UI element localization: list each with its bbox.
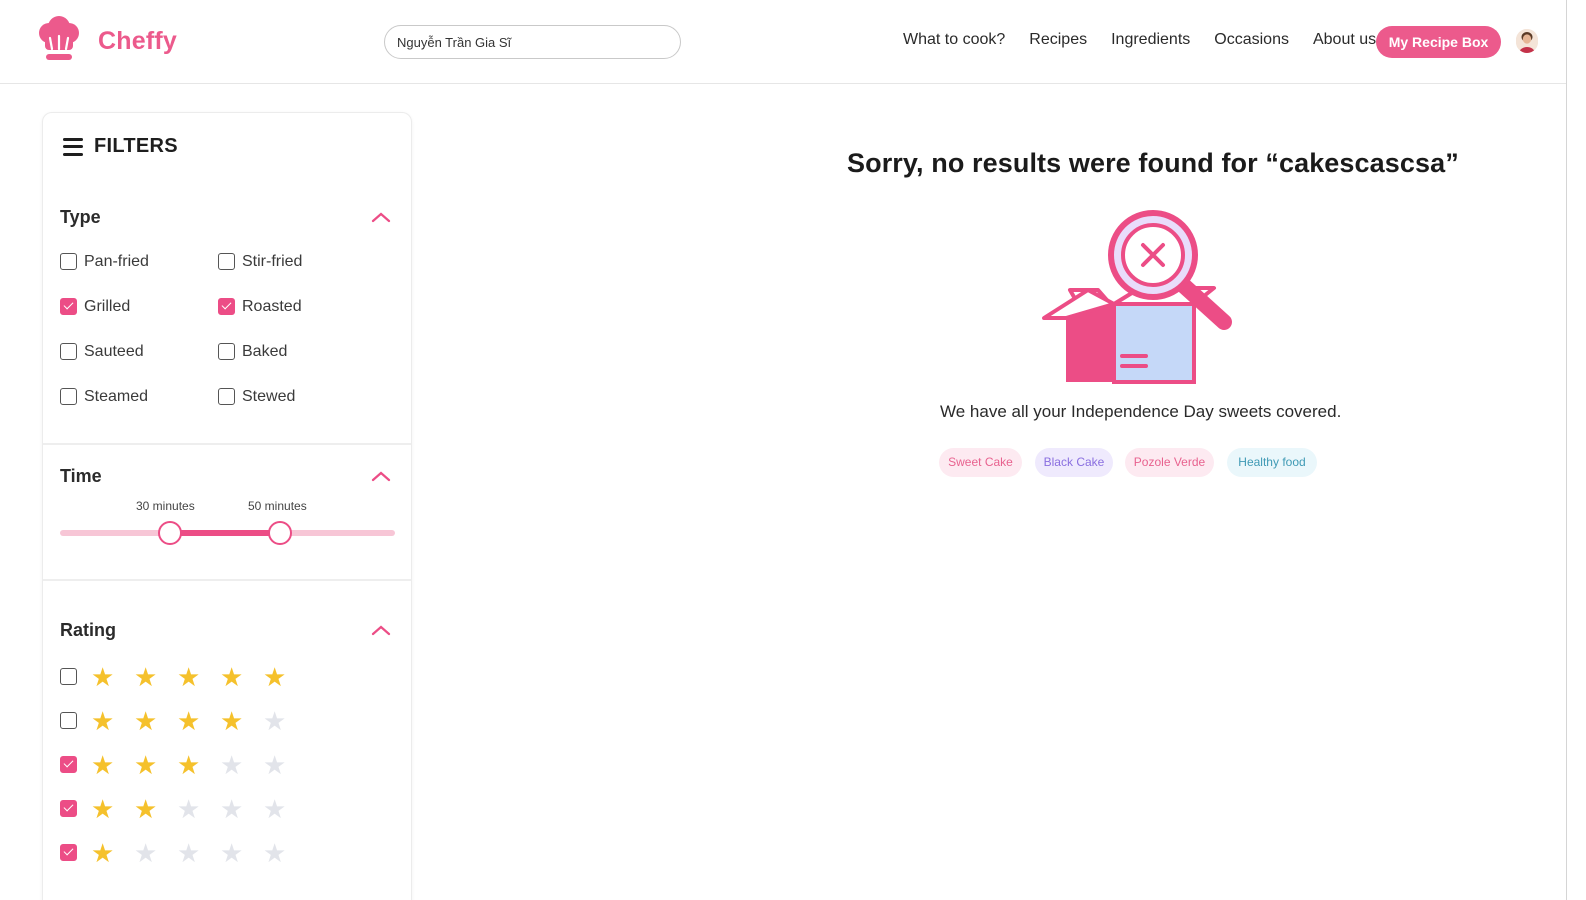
star-filled-icon: ★ xyxy=(220,706,244,736)
star-filled-icon: ★ xyxy=(134,706,158,736)
rating-checkbox-5-stars[interactable] xyxy=(60,668,77,685)
chevron-up-icon[interactable] xyxy=(371,624,391,636)
checkbox-pan-fried[interactable] xyxy=(60,253,77,270)
star-filled-icon: ★ xyxy=(134,750,158,780)
suggestion-tag-pozole-verde[interactable]: Pozole Verde xyxy=(1125,448,1214,477)
star-filled-icon: ★ xyxy=(177,706,201,736)
nav-link-about-us[interactable]: About us xyxy=(1313,31,1376,49)
section-divider xyxy=(43,579,411,581)
star-filled-icon: ★ xyxy=(91,706,115,736)
star-empty-icon: ★ xyxy=(134,838,158,868)
type-section-title: Type xyxy=(60,207,101,227)
suggestion-tag-sweet-cake[interactable]: Sweet Cake xyxy=(939,448,1022,477)
checkbox-roasted[interactable] xyxy=(218,298,235,315)
checkbox-label: Pan-fried xyxy=(84,253,149,270)
star-empty-icon: ★ xyxy=(177,838,201,868)
chevron-up-icon[interactable] xyxy=(371,211,391,223)
checkbox-sauteed[interactable] xyxy=(60,343,77,360)
nav-link-what-to-cook[interactable]: What to cook? xyxy=(903,31,1005,49)
star-filled-icon: ★ xyxy=(91,838,115,868)
star-filled-icon: ★ xyxy=(91,750,115,780)
star-filled-icon: ★ xyxy=(263,662,287,692)
rating-checkbox-3-stars[interactable] xyxy=(60,756,77,773)
nav-link-occasions[interactable]: Occasions xyxy=(1214,31,1289,49)
star-filled-icon: ★ xyxy=(177,662,201,692)
checkbox-label: Stir-fried xyxy=(242,253,303,270)
no-results-headline: Sorry, no results were found for “cakesc… xyxy=(847,148,1459,178)
checkbox-stewed[interactable] xyxy=(218,388,235,405)
filters-header: FILTERS xyxy=(63,135,178,158)
section-divider xyxy=(43,443,411,445)
time-slider-max-handle[interactable] xyxy=(268,521,292,545)
rating-checkbox-2-stars[interactable] xyxy=(60,800,77,817)
time-slider-range xyxy=(171,530,281,536)
checkbox-label: Steamed xyxy=(84,388,149,405)
top-navbar: Cheffy What to cook? Recipes Ingredients… xyxy=(0,0,1566,84)
checkbox-steamed[interactable] xyxy=(60,388,77,405)
star-filled-icon: ★ xyxy=(177,750,201,780)
checkbox-baked[interactable] xyxy=(218,343,235,360)
star-empty-icon: ★ xyxy=(263,706,287,736)
checkbox-grilled[interactable] xyxy=(60,298,77,315)
star-filled-icon: ★ xyxy=(91,662,115,692)
nav-link-ingredients[interactable]: Ingredients xyxy=(1111,31,1190,49)
checkbox-label: Baked xyxy=(242,343,288,360)
my-recipe-box-button[interactable]: My Recipe Box xyxy=(1376,26,1501,58)
checkbox-stir-fried[interactable] xyxy=(218,253,235,270)
star-empty-icon: ★ xyxy=(263,794,287,824)
scrollbar[interactable] xyxy=(1566,0,1586,900)
time-section-title: Time xyxy=(60,466,102,486)
empty-box-magnifier-icon xyxy=(1040,206,1240,386)
time-min-label: 30 minutes xyxy=(136,499,195,513)
no-results-subtext: We have all your Independence Day sweets… xyxy=(940,402,1342,421)
checkbox-label: Roasted xyxy=(242,298,302,315)
filters-panel: FILTERS Type Pan-fried Stir-fried Grille… xyxy=(42,112,412,900)
filters-title: FILTERS xyxy=(94,135,178,157)
brand-name: Cheffy xyxy=(98,27,177,55)
checkbox-label: Grilled xyxy=(84,298,131,315)
star-empty-icon: ★ xyxy=(177,794,201,824)
suggestion-tag-black-cake[interactable]: Black Cake xyxy=(1035,448,1113,477)
star-empty-icon: ★ xyxy=(220,794,244,824)
time-max-label: 50 minutes xyxy=(248,499,307,513)
star-filled-icon: ★ xyxy=(91,794,115,824)
time-slider-min-handle[interactable] xyxy=(158,521,182,545)
star-empty-icon: ★ xyxy=(220,750,244,780)
user-avatar[interactable] xyxy=(1516,29,1538,53)
rating-checkbox-1-stars[interactable] xyxy=(60,844,77,861)
rating-checkbox-4-stars[interactable] xyxy=(60,712,77,729)
checkbox-label: Stewed xyxy=(242,388,296,405)
rating-section-title: Rating xyxy=(60,620,116,640)
star-filled-icon: ★ xyxy=(220,662,244,692)
main-nav: What to cook? Recipes Ingredients Occasi… xyxy=(903,31,1400,49)
menu-icon xyxy=(63,137,83,156)
star-filled-icon: ★ xyxy=(134,662,158,692)
star-empty-icon: ★ xyxy=(263,838,287,868)
star-filled-icon: ★ xyxy=(134,794,158,824)
star-empty-icon: ★ xyxy=(263,750,287,780)
chevron-up-icon[interactable] xyxy=(371,470,391,482)
checkbox-label: Sauteed xyxy=(84,343,144,360)
search-input[interactable] xyxy=(384,25,681,59)
brand-logo[interactable]: Cheffy xyxy=(36,16,177,67)
star-empty-icon: ★ xyxy=(220,838,244,868)
nav-link-recipes[interactable]: Recipes xyxy=(1029,31,1087,49)
suggestion-tag-healthy-food[interactable]: Healthy food xyxy=(1227,448,1317,477)
chef-hat-icon xyxy=(36,16,82,67)
